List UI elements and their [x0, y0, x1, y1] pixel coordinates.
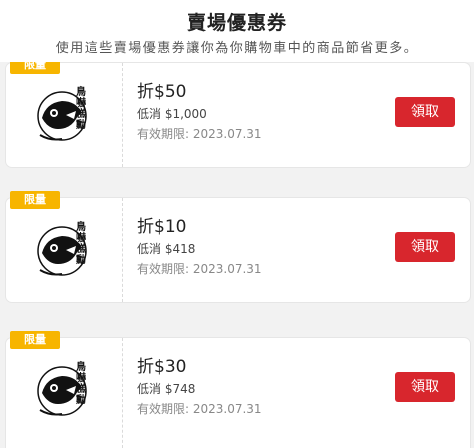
shop-logo-icon: [37, 226, 87, 276]
coupon-card: 限量 鳥嚇糕勳 折$50 低消 $1,000 有效期限: 2023.07.31 …: [1, 56, 470, 167]
coupon-min-spend: 低消 $1,000: [137, 107, 207, 121]
coupon-validity: 有效期限: 2023.07.31: [137, 262, 262, 276]
scallop-edge: [1, 71, 11, 159]
coupon-min-spend: 低消 $748: [137, 382, 196, 396]
coupon-discount: 折$30: [137, 357, 187, 377]
claim-button[interactable]: 領取: [395, 372, 455, 402]
coupon-validity: 有效期限: 2023.07.31: [137, 127, 262, 141]
claim-button[interactable]: 領取: [395, 232, 455, 262]
coupon-card: 限量 鳥嚇糕勳 折$10 低消 $418 有效期限: 2023.07.31 領取: [1, 191, 470, 302]
shop-logo-icon: [37, 91, 87, 141]
coupon-min-spend: 低消 $418: [137, 242, 196, 256]
limited-badge: 限量: [10, 331, 60, 349]
page-subtitle-overlay: 使用這些賣場優惠券讓你為你購物車中的商品節省更多。: [55, 41, 419, 56]
scallop-edge: [1, 346, 11, 440]
scallop-edge: [1, 206, 11, 294]
logo-lettering: 鳥嚇糕勳: [76, 87, 86, 131]
shop-logo-icon: [37, 366, 87, 416]
coupon-card: 限量 鳥嚇糕勳 折$30 低消 $748 有效期限: 2023.07.31 領取: [1, 331, 470, 448]
claim-button[interactable]: 領取: [395, 97, 455, 127]
page-title-overlay: 賣場優惠券: [186, 12, 287, 34]
header-overlay: 賣場優惠券 使用這些賣場優惠券讓你為你購物車中的商品節省更多。: [0, 0, 474, 62]
limited-badge: 限量: [10, 191, 60, 209]
coupon-discount: 折$10: [137, 217, 187, 237]
coupon-stub: 限量 鳥嚇糕勳: [1, 56, 123, 167]
coupon-validity: 有效期限: 2023.07.31: [137, 402, 262, 416]
coupon-stub: 限量 鳥嚇糕勳: [1, 191, 123, 302]
logo-lettering: 鳥嚇糕勳: [76, 222, 86, 266]
coupon-discount: 折$50: [137, 82, 187, 102]
coupon-stub: 限量 鳥嚇糕勳: [1, 331, 123, 448]
logo-lettering: 鳥嚇糕勳: [76, 362, 86, 406]
